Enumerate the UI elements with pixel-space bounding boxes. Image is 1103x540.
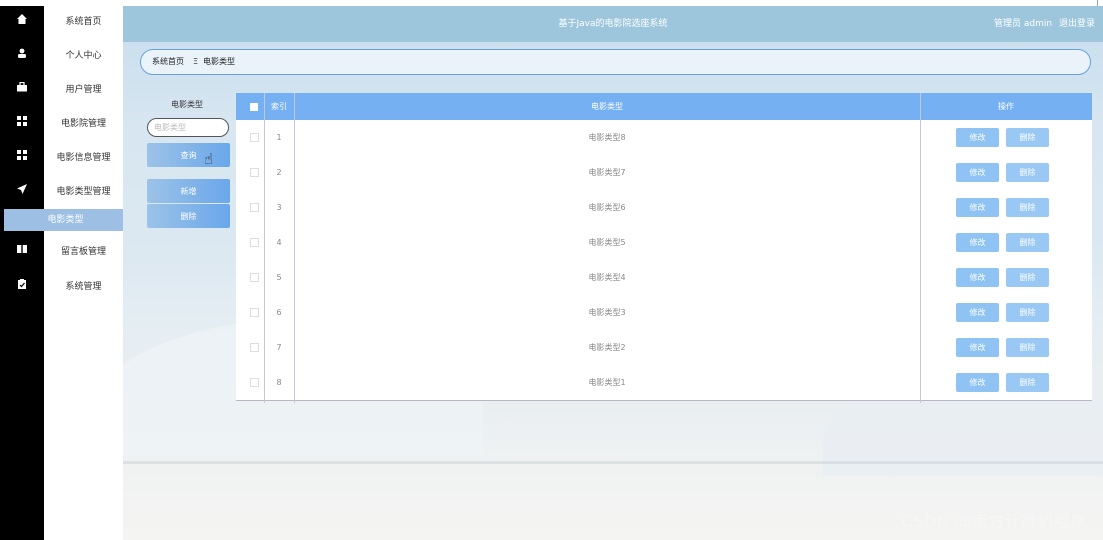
table-row: 7 电影类型2 修改 删除 bbox=[236, 330, 1092, 366]
grid-icon[interactable] bbox=[0, 113, 44, 133]
top-header: 基于Java的电影院选座系统 管理员 admin 退出登录 bbox=[123, 6, 1103, 42]
sidebar-item-home[interactable]: 系统首页 bbox=[44, 11, 123, 33]
edit-button[interactable]: 修改 bbox=[956, 233, 999, 252]
col-index-header: 索引 bbox=[271, 102, 287, 111]
edit-button[interactable]: 修改 bbox=[956, 373, 999, 392]
table-row: 2 电影类型7 修改 删除 bbox=[236, 155, 1092, 191]
row-checkbox[interactable] bbox=[250, 273, 259, 282]
row-movie-type: 电影类型8 bbox=[588, 133, 626, 142]
grid-icon[interactable] bbox=[0, 147, 44, 167]
edit-button[interactable]: 修改 bbox=[956, 268, 999, 287]
sidebar-item-movie-type-mgmt[interactable]: 电影类型管理 bbox=[44, 181, 123, 203]
app-title: 基于Java的电影院选座系统 bbox=[558, 19, 668, 29]
briefcase-icon[interactable] bbox=[0, 79, 44, 99]
row-checkbox[interactable] bbox=[250, 168, 259, 177]
book-icon[interactable] bbox=[0, 241, 44, 261]
delete-button[interactable]: 删除 bbox=[1006, 128, 1049, 147]
col-type-header: 电影类型 bbox=[591, 102, 623, 111]
row-index: 4 bbox=[276, 238, 282, 247]
delete-button[interactable]: 删除 bbox=[1006, 303, 1049, 322]
user-area: 管理员 admin 退出登录 bbox=[994, 6, 1095, 42]
row-checkbox[interactable] bbox=[250, 308, 259, 317]
snow-ridge bbox=[123, 461, 1103, 464]
sidebar-item-cinema-mgmt[interactable]: 电影院管理 bbox=[44, 113, 123, 135]
row-index: 5 bbox=[276, 273, 282, 282]
breadcrumb: 系统首页 Ξ 电影类型 bbox=[140, 49, 1091, 75]
bulk-delete-button[interactable]: 删除 bbox=[147, 204, 230, 228]
column-divider bbox=[920, 93, 921, 403]
add-button[interactable]: 新增 bbox=[147, 179, 230, 203]
table-header: 索引 电影类型 操作 bbox=[236, 93, 1092, 120]
sidebar-menu: 系统首页 个人中心 用户管理 电影院管理 电影信息管理 电影类型管理 电影类型 … bbox=[4, 6, 127, 540]
sidebar-item-movie-info-mgmt[interactable]: 电影信息管理 bbox=[44, 147, 123, 169]
table-row: 1 电影类型8 修改 删除 bbox=[236, 120, 1092, 156]
edit-button[interactable]: 修改 bbox=[956, 338, 999, 357]
edit-button[interactable]: 修改 bbox=[956, 163, 999, 182]
row-index: 3 bbox=[276, 203, 282, 212]
row-movie-type: 电影类型2 bbox=[588, 343, 626, 352]
row-movie-type: 电影类型7 bbox=[588, 168, 626, 177]
row-movie-type: 电影类型6 bbox=[588, 203, 626, 212]
edit-button[interactable]: 修改 bbox=[956, 198, 999, 217]
delete-button[interactable]: 删除 bbox=[1006, 373, 1049, 392]
table-row: 5 电影类型4 修改 删除 bbox=[236, 260, 1092, 296]
row-checkbox[interactable] bbox=[250, 133, 259, 142]
table-row: 3 电影类型6 修改 删除 bbox=[236, 190, 1092, 226]
row-checkbox[interactable] bbox=[250, 203, 259, 212]
breadcrumb-separator: Ξ bbox=[193, 57, 199, 66]
row-index: 7 bbox=[276, 343, 282, 352]
delete-button[interactable]: 删除 bbox=[1006, 268, 1049, 287]
column-divider bbox=[294, 93, 295, 403]
breadcrumb-current: 电影类型 bbox=[203, 57, 235, 66]
table-row: 8 电影类型1 修改 删除 bbox=[236, 365, 1092, 401]
sidebar-item-movie-type[interactable]: 电影类型 bbox=[4, 209, 127, 231]
table-row: 4 电影类型5 修改 删除 bbox=[236, 225, 1092, 261]
select-all-checkbox[interactable] bbox=[250, 103, 258, 111]
edit-button[interactable]: 修改 bbox=[956, 303, 999, 322]
watermark: CSDN @南方计算机程序 bbox=[901, 512, 1087, 531]
row-movie-type: 电影类型5 bbox=[588, 238, 626, 247]
row-index: 8 bbox=[276, 378, 282, 387]
send-icon[interactable] bbox=[0, 181, 44, 201]
sidebar-item-user-mgmt[interactable]: 用户管理 bbox=[44, 79, 123, 101]
row-index: 1 bbox=[276, 133, 282, 142]
icon-rail bbox=[0, 6, 44, 540]
table-row: 6 电影类型3 修改 删除 bbox=[236, 295, 1092, 331]
delete-button[interactable]: 删除 bbox=[1006, 233, 1049, 252]
delete-button[interactable]: 删除 bbox=[1006, 338, 1049, 357]
col-action-header: 操作 bbox=[998, 102, 1014, 111]
delete-button[interactable]: 删除 bbox=[1006, 163, 1049, 182]
logout-link[interactable]: 退出登录 bbox=[1059, 19, 1095, 29]
row-movie-type: 电影类型3 bbox=[588, 308, 626, 317]
query-button[interactable]: 查询 bbox=[147, 143, 230, 167]
home-icon[interactable] bbox=[0, 11, 44, 31]
row-checkbox[interactable] bbox=[250, 378, 259, 387]
row-movie-type: 电影类型4 bbox=[588, 273, 626, 282]
main-content: 基于Java的电影院选座系统 管理员 admin 退出登录 系统首页 Ξ 电影类… bbox=[123, 6, 1103, 540]
edit-button[interactable]: 修改 bbox=[956, 128, 999, 147]
row-movie-type: 电影类型1 bbox=[588, 378, 626, 387]
row-index: 6 bbox=[276, 308, 282, 317]
hand-cursor-icon: ☝ bbox=[204, 150, 214, 168]
clipboard-icon[interactable] bbox=[0, 276, 44, 296]
sidebar-item-system-mgmt[interactable]: 系统管理 bbox=[44, 276, 123, 298]
breadcrumb-home[interactable]: 系统首页 bbox=[152, 50, 184, 74]
row-checkbox[interactable] bbox=[250, 238, 259, 247]
delete-button[interactable]: 删除 bbox=[1006, 198, 1049, 217]
column-divider bbox=[264, 93, 265, 403]
movie-type-table: 索引 电影类型 操作 1 电影类型8 修改 删除 2 电影类型7 修改 删除 3 电影类型6 修改删… bbox=[236, 93, 1092, 403]
user-icon[interactable] bbox=[0, 45, 44, 65]
row-checkbox[interactable] bbox=[250, 343, 259, 352]
search-label: 电影类型 bbox=[171, 100, 203, 109]
sidebar-item-message-board[interactable]: 留言板管理 bbox=[44, 241, 123, 263]
search-input[interactable]: 电影类型 bbox=[147, 118, 229, 137]
sidebar-item-profile[interactable]: 个人中心 bbox=[44, 45, 123, 67]
row-index: 2 bbox=[276, 168, 282, 177]
admin-label: 管理员 admin bbox=[994, 19, 1053, 29]
